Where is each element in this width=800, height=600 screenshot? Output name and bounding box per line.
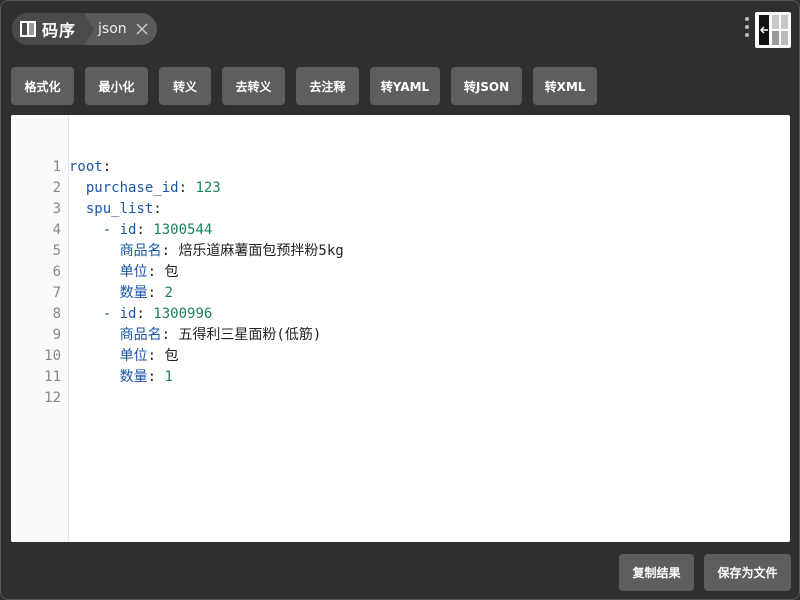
yaml-key: 数量 [119,369,148,385]
to-xml-button[interactable]: 转XML [533,67,597,105]
yaml-value: 包 [164,264,179,280]
escape-button[interactable]: 转义 [159,67,211,105]
code-text[interactable]: 单位: 包 [69,262,179,283]
header: 码序 json [1,1,799,57]
code-text[interactable]: purchase_id: 123 [69,178,221,199]
app-home-tab[interactable]: 码序 [12,13,85,45]
code-text[interactable]: 单位: 包 [69,346,179,367]
app-name: 码序 [42,21,77,40]
yaml-key: 商品名 [119,243,162,259]
code-line: 12 [11,367,62,406]
vertical-dots-icon[interactable] [743,17,751,41]
code-line: 10 数量: 1 [11,325,173,385]
yaml-value: 包 [164,348,179,364]
line-number: 12 [44,390,61,406]
code-text[interactable]: 商品名: 五得利三星面粉(低筋) [69,325,322,346]
code-editor[interactable]: root: 1 purchase_id: 123 2 spu_list: 3 -… [11,115,790,542]
yaml-key: spu_list [85,201,154,217]
code-line: 2 spu_list: [11,157,162,217]
code-text[interactable]: 数量: 1 [69,367,173,388]
tab-json-label: json [98,21,127,37]
format-button[interactable]: 格式化 [11,67,74,105]
yaml-value: 1 [164,369,173,385]
sidebar-toggle-icon[interactable] [755,12,791,48]
minify-button[interactable]: 最小化 [85,67,148,105]
yaml-value: 2 [164,285,173,301]
code-line: 5 单位: 包 [11,220,179,280]
code-text[interactable]: 商品名: 焙乐道麻薯面包预拌粉5kg [69,241,344,262]
code-line: root: [11,115,111,175]
yaml-key: purchase_id [85,180,179,196]
unescape-button[interactable]: 去转义 [222,67,285,105]
code-line: 7 - id: 1300996 [11,262,213,322]
tab-strip: 码序 json [12,13,157,45]
code-line: 6 数量: 2 [11,241,173,301]
to-json-button[interactable]: 转JSON [451,67,522,105]
app-window: 码序 json 格式化 最小化 转义 去转义 去注释 转YAML 转JSON 转… [0,0,800,600]
code-line: 1 purchase_id: 123 [11,136,221,196]
yaml-key: 单位 [119,264,148,280]
code-line: 8 商品名: 五得利三星面粉(低筋) [11,283,322,343]
yaml-key: 单位 [119,348,148,364]
tab-json[interactable]: json [94,13,157,45]
save-file-button[interactable]: 保存为文件 [704,554,791,591]
code-text[interactable]: - id: 1300544 [69,220,213,241]
yaml-key: id [119,222,137,238]
yaml-value: 1300996 [153,306,213,322]
code-text[interactable]: 数量: 2 [69,283,173,304]
to-yaml-button[interactable]: 转YAML [370,67,440,105]
book-icon [20,21,36,37]
yaml-key: id [119,306,137,322]
code-line: 3 - id: 1300544 [11,178,213,238]
tab-separator [84,13,95,45]
strip-comments-button[interactable]: 去注释 [296,67,359,105]
yaml-key: root [69,159,103,175]
yaml-key: 商品名 [119,327,162,343]
code-text[interactable]: spu_list: [69,199,162,220]
code-text[interactable]: - id: 1300996 [69,304,213,325]
yaml-value: 123 [195,180,221,196]
yaml-value: 1300544 [153,222,213,238]
code-line: 9 单位: 包 [11,304,179,364]
code-line: 11 [11,346,62,385]
code-text[interactable]: root: [69,157,111,178]
yaml-value: 焙乐道麻薯面包预拌粉5kg [178,243,344,259]
code-line: 4 商品名: 焙乐道麻薯面包预拌粉5kg [11,199,344,259]
yaml-value: 五得利三星面粉(低筋) [178,327,322,343]
yaml-key: 数量 [119,285,148,301]
close-icon[interactable] [135,22,149,36]
copy-result-button[interactable]: 复制结果 [619,554,694,591]
